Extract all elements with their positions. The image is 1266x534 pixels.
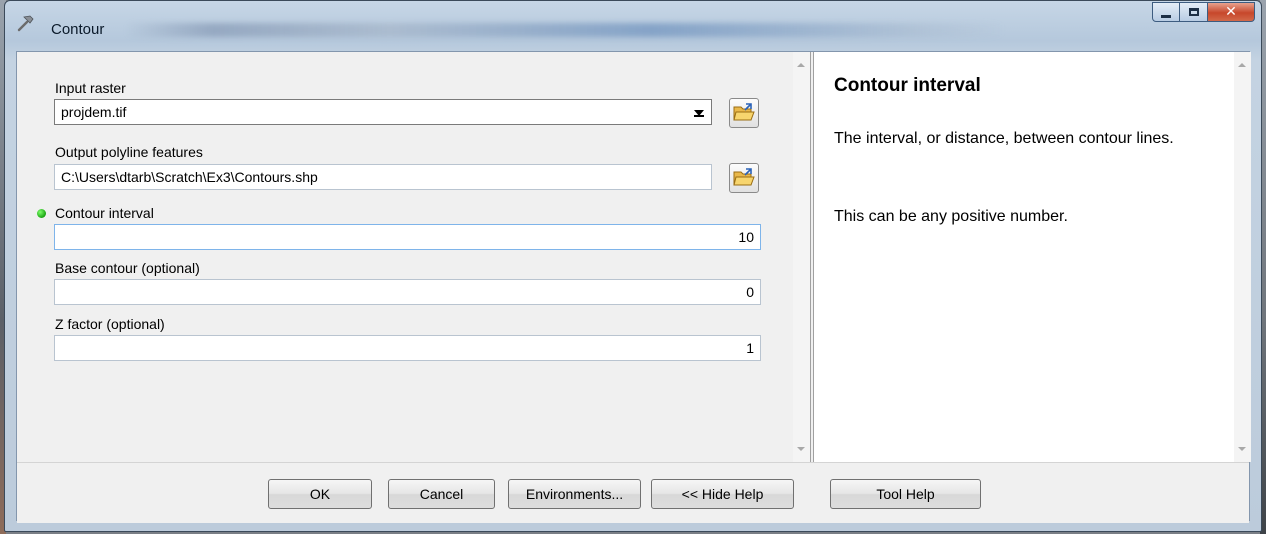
title-bar-background-blur — [125, 23, 1005, 37]
help-pane: Contour interval The interval, or distan… — [813, 52, 1251, 462]
output-features-value: C:\Users\dtarb\Scratch\Ex3\Contours.shp — [61, 169, 318, 185]
input-raster-browse-button[interactable] — [729, 98, 759, 128]
contour-interval-label: Contour interval — [55, 205, 154, 221]
base-contour-label: Base contour (optional) — [55, 260, 200, 276]
title-bar[interactable]: Contour ✕ — [5, 1, 1261, 49]
output-features-label: Output polyline features — [55, 144, 203, 160]
scroll-up-arrow-icon[interactable] — [1238, 63, 1246, 67]
minimize-icon — [1161, 14, 1171, 18]
z-factor-value: 1 — [746, 340, 754, 356]
output-features-browse-button[interactable] — [729, 163, 759, 193]
help-paragraph: The interval, or distance, between conto… — [834, 130, 1174, 147]
z-factor-field[interactable]: 1 — [54, 335, 761, 361]
help-paragraph: This can be any positive number. — [834, 208, 1068, 225]
maximize-button[interactable] — [1180, 2, 1208, 22]
input-raster-combobox[interactable]: projdem.tif — [54, 99, 712, 125]
green-dot-icon — [37, 209, 46, 218]
contour-interval-value: 10 — [738, 229, 754, 245]
cancel-button[interactable]: Cancel — [388, 479, 495, 509]
parameters-pane: Input raster projdem.tif Output polyline… — [17, 52, 811, 462]
caption-buttons: ✕ — [1152, 2, 1255, 22]
input-raster-label: Input raster — [55, 80, 126, 96]
close-icon: ✕ — [1225, 3, 1237, 20]
hammer-icon — [15, 14, 35, 34]
base-contour-value: 0 — [746, 284, 754, 300]
tool-dialog-window: Contour ✕ Input raster projdem.tif Outpu… — [4, 0, 1262, 532]
ok-button[interactable]: OK — [268, 479, 372, 509]
base-contour-field[interactable]: 0 — [54, 279, 761, 305]
help-scrollbar[interactable] — [1234, 52, 1251, 462]
folder-open-icon — [733, 103, 755, 121]
dialog-client-area: Input raster projdem.tif Output polyline… — [16, 51, 1251, 523]
chevron-down-icon[interactable] — [688, 101, 710, 123]
scroll-down-arrow-icon[interactable] — [797, 447, 805, 451]
contour-interval-field[interactable]: 10 — [54, 224, 761, 250]
hide-help-button[interactable]: << Hide Help — [651, 479, 794, 509]
scroll-up-arrow-icon[interactable] — [797, 63, 805, 67]
environments-button[interactable]: Environments... — [508, 479, 641, 509]
help-title: Contour interval — [834, 75, 981, 96]
parameters-scrollbar[interactable] — [793, 52, 810, 462]
window-title: Contour — [51, 21, 105, 38]
close-button[interactable]: ✕ — [1208, 2, 1255, 22]
output-features-field[interactable]: C:\Users\dtarb\Scratch\Ex3\Contours.shp — [54, 164, 712, 190]
z-factor-label: Z factor (optional) — [55, 316, 165, 332]
folder-open-icon — [733, 168, 755, 186]
minimize-button[interactable] — [1152, 2, 1180, 22]
tool-help-button[interactable]: Tool Help — [830, 479, 981, 509]
button-bar: OK Cancel Environments... << Hide Help T… — [17, 462, 1249, 523]
input-raster-value: projdem.tif — [61, 104, 127, 120]
scroll-down-arrow-icon[interactable] — [1238, 447, 1246, 451]
maximize-icon — [1188, 8, 1199, 16]
